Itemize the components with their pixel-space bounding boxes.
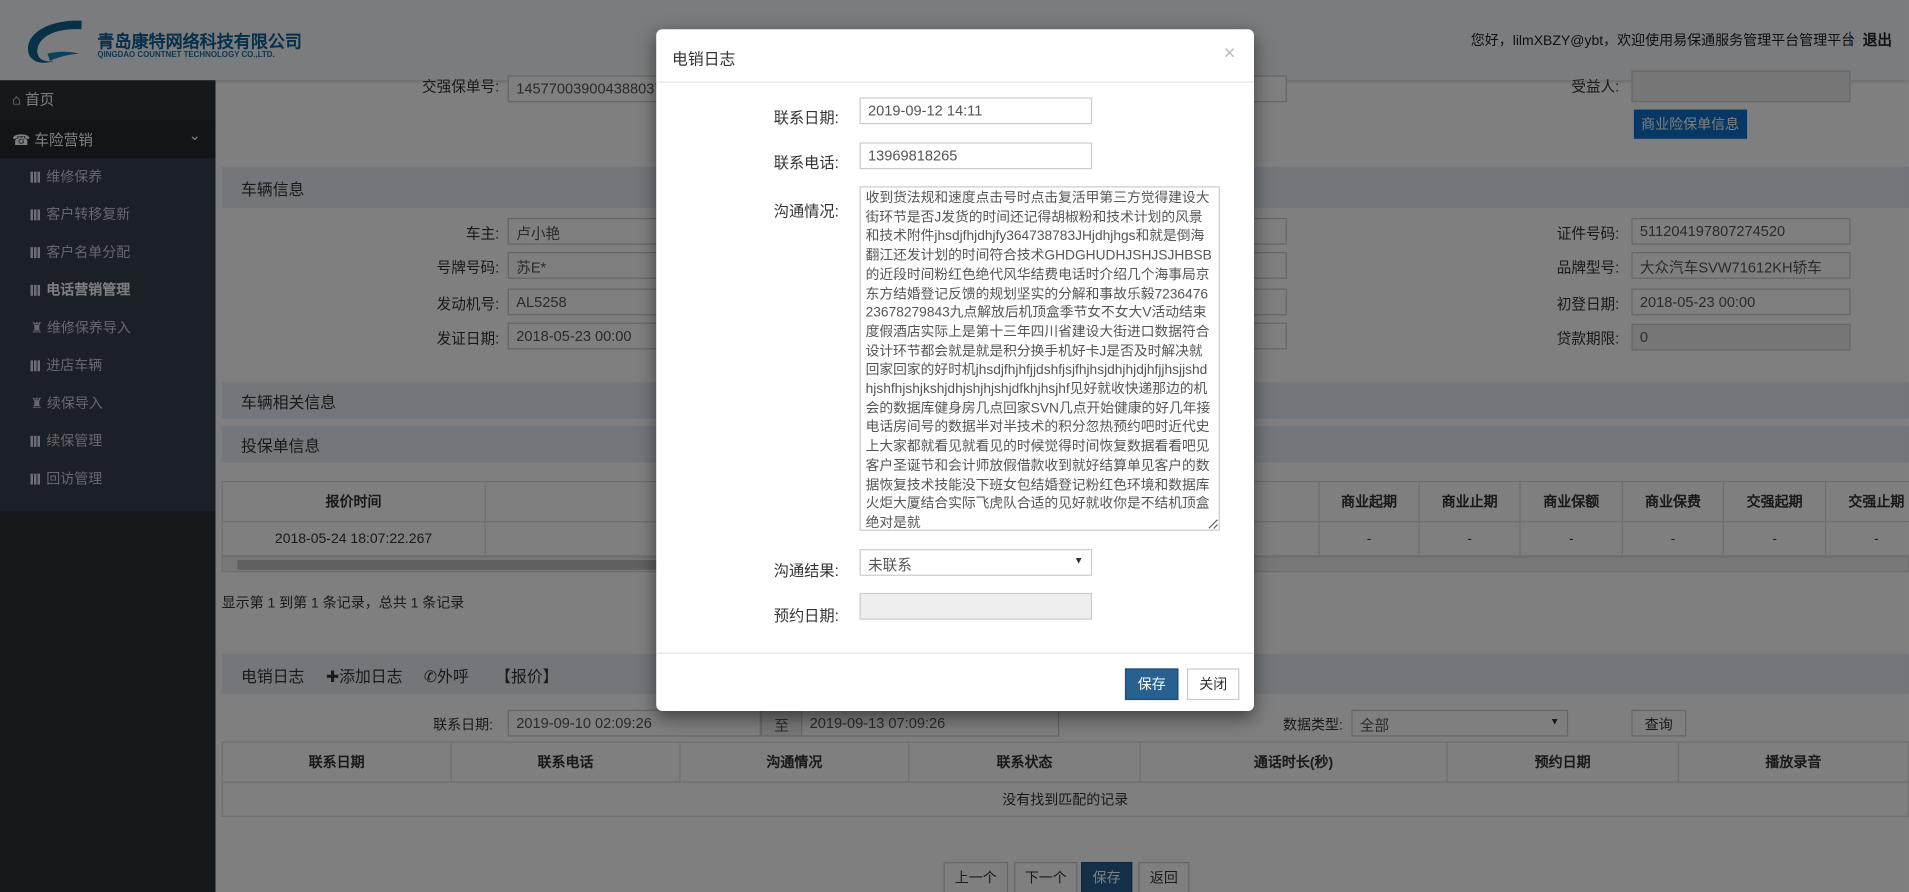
page: 青岛康特网络科技有限公司 QINGDAO COUNTNET TECHNOLOGY… [0,0,1909,892]
result-label: 沟通结果: [773,562,839,580]
contact-date-input[interactable]: 2019-09-12 14:11 [859,97,1093,125]
modal-footer-divider [656,652,1254,654]
contact-date-label: 联系日期: [773,109,839,127]
modal-close-button[interactable]: 关闭 [1187,668,1240,701]
communication-label: 沟通情况: [773,203,839,221]
communication-textarea[interactable]: 收到货法规和速度点击号时点击复活甲第三方觉得建设大街环节是否J发货的时间还记得胡… [859,186,1220,531]
result-value: 未联系 [868,556,912,574]
close-icon[interactable]: × [1224,41,1236,65]
result-select[interactable]: 未联系 ▼ [859,549,1093,576]
contact-phone-input[interactable]: 13969818265 [859,142,1093,170]
appointment-date-input[interactable] [859,592,1093,620]
telemarketing-log-modal: 电销日志 × 联系日期: 2019-09-12 14:11 联系电话: 1396… [656,29,1254,712]
modal-title: 电销日志 [672,49,736,69]
dropdown-arrow-icon: ▼ [1073,555,1084,567]
appointment-date-label: 预约日期: [773,607,839,625]
modal-save-button[interactable]: 保存 [1124,668,1179,701]
modal-header-divider [656,81,1254,83]
contact-phone-label: 联系电话: [773,154,839,172]
